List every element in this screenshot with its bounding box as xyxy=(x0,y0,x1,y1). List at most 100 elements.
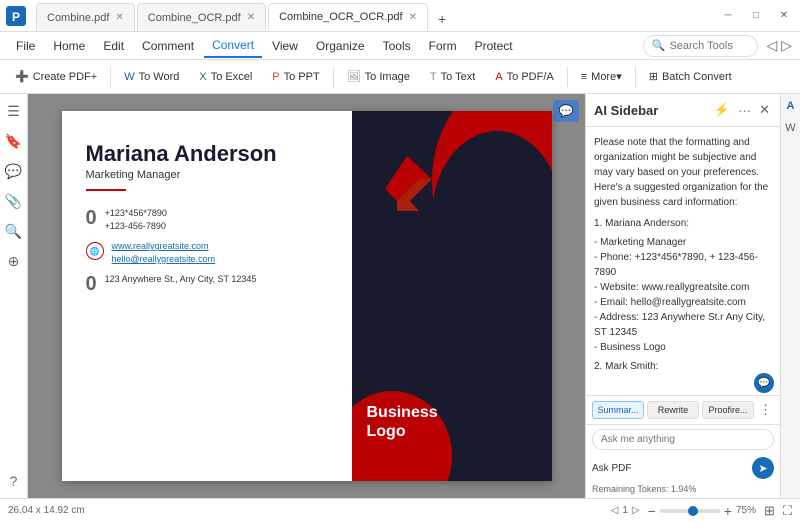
website-link[interactable]: www.reallygreatsite.com xyxy=(112,241,209,251)
pdf-page: Mariana Anderson Marketing Manager 0 +12… xyxy=(62,111,552,481)
sidebar-search-icon[interactable]: 🔍 xyxy=(3,220,25,242)
flutter-logo xyxy=(377,151,437,224)
ai-right-panel: A W xyxy=(780,94,800,498)
search-icon: 🔍 xyxy=(652,39,666,52)
fit-page-icon[interactable]: ⊞ xyxy=(764,503,775,519)
ai-ask-input[interactable] xyxy=(592,429,774,450)
sidebar-comments-icon[interactable]: 💬 xyxy=(3,160,25,182)
zoom-controls: − + 75% xyxy=(648,503,756,519)
tab-label: Combine.pdf xyxy=(47,12,109,24)
menu-tools[interactable]: Tools xyxy=(375,34,419,58)
business-logo-text: Business Logo xyxy=(367,403,547,441)
ai-ellipsis-icon[interactable]: ··· xyxy=(736,101,753,120)
batch-convert-button[interactable]: ⊞ Batch Convert xyxy=(640,64,741,90)
create-pdf-button[interactable]: ➕ Create PDF+ xyxy=(6,64,106,90)
rewrite-button[interactable]: Rewrite xyxy=(647,401,699,419)
menu-convert[interactable]: Convert xyxy=(204,34,262,58)
menu-organize[interactable]: Organize xyxy=(308,34,373,58)
to-pdfa-button[interactable]: A To PDF/A xyxy=(486,64,562,90)
tab-label: Combine_OCR.pdf xyxy=(148,12,241,24)
tab-combine-ocr-ocr-pdf[interactable]: Combine_OCR_OCR.pdf ✕ xyxy=(268,3,428,31)
zoom-slider[interactable] xyxy=(660,509,720,513)
sidebar-layers-icon[interactable]: ⊕ xyxy=(3,250,25,272)
divider3 xyxy=(567,67,568,87)
chat-bubble-icon[interactable]: 💬 xyxy=(553,100,579,122)
menu-home[interactable]: Home xyxy=(45,34,93,58)
ai-blue-dot[interactable]: 💬 xyxy=(754,373,774,393)
to-text-button[interactable]: T To Text xyxy=(421,64,484,90)
to-word-button[interactable]: W To Word xyxy=(115,64,188,90)
menu-view[interactable]: View xyxy=(264,34,306,58)
forward-icon[interactable]: ▷ xyxy=(781,37,792,54)
sidebar-thumbnails-icon[interactable]: ☰ xyxy=(3,100,25,122)
ai-header-icons: ⚡ ··· ✕ xyxy=(712,100,772,120)
fullscreen-icon[interactable]: ⛶ xyxy=(783,503,792,519)
menu-form[interactable]: Form xyxy=(421,34,465,58)
menu-file[interactable]: File xyxy=(8,34,43,58)
ai-send-row: Ask PDF ➤ xyxy=(586,454,780,482)
ai-actions: Summar... Rewrite Proofire... ⋮ xyxy=(586,395,780,424)
ai-panel-icon-1[interactable]: A xyxy=(783,98,799,114)
phone-info: +123*456*7890 +123-456-7890 xyxy=(105,207,167,232)
ai-filter-icon[interactable]: ⚡ xyxy=(712,100,732,120)
tab-combine-pdf[interactable]: Combine.pdf ✕ xyxy=(36,3,135,31)
summarize-button[interactable]: Summar... xyxy=(592,401,644,419)
actions-more-icon[interactable]: ⋮ xyxy=(757,400,774,420)
proofread-button[interactable]: Proofire... xyxy=(702,401,754,419)
new-tab-button[interactable]: + xyxy=(430,7,454,31)
ask-pdf-label: Ask PDF xyxy=(592,463,631,474)
page-navigation: ◁ 1 ▷ xyxy=(611,505,640,516)
menu-comment[interactable]: Comment xyxy=(134,34,202,58)
app-logo: P xyxy=(4,4,28,28)
create-icon: ➕ xyxy=(15,70,29,83)
tab-close-icon[interactable]: ✕ xyxy=(409,12,417,23)
window-controls: ─ □ ✕ xyxy=(716,6,796,26)
sidebar-help-icon[interactable]: ? xyxy=(3,470,25,492)
menu-protect[interactable]: Protect xyxy=(467,34,521,58)
tab-close-icon[interactable]: ✕ xyxy=(247,12,255,23)
ai-content: Please note that the formatting and orga… xyxy=(586,127,780,371)
main-area: ☰ 🔖 💬 📎 🔍 ⊕ ? 💬 Mariana Anderson Marketi… xyxy=(0,94,800,498)
to-ppt-button[interactable]: P To PPT xyxy=(263,64,328,90)
ai-input-area xyxy=(586,424,780,454)
divider4 xyxy=(635,67,636,87)
pdf-viewer[interactable]: 💬 Mariana Anderson Marketing Manager 0 +… xyxy=(28,94,585,498)
next-page-icon[interactable]: ▷ xyxy=(632,505,640,516)
send-button[interactable]: ➤ xyxy=(752,457,774,479)
ai-close-icon[interactable]: ✕ xyxy=(757,100,772,120)
to-image-button[interactable]: 🖼 To Image xyxy=(338,64,419,90)
card-right: Business Logo xyxy=(352,111,552,481)
image-icon: 🖼 xyxy=(347,70,361,83)
close-button[interactable]: ✕ xyxy=(772,6,796,26)
phone-zero: 0 xyxy=(86,207,97,230)
restore-button[interactable]: □ xyxy=(744,6,768,26)
svg-text:P: P xyxy=(12,10,20,24)
zoom-out-icon[interactable]: − xyxy=(648,503,656,519)
to-excel-button[interactable]: X To Excel xyxy=(190,64,261,90)
more-button[interactable]: ≡ More▾ xyxy=(572,64,631,90)
search-input[interactable] xyxy=(669,40,749,52)
zoom-in-icon[interactable]: + xyxy=(724,503,732,519)
address-row: 0 123 Anywhere St., Any City, ST 12345 xyxy=(86,273,328,296)
back-icon[interactable]: ◁ xyxy=(766,37,777,54)
card-name: Mariana Anderson xyxy=(86,141,328,167)
tabs-area: Combine.pdf ✕ Combine_OCR.pdf ✕ Combine_… xyxy=(36,0,716,31)
minimize-button[interactable]: ─ xyxy=(716,6,740,26)
status-bar: 26.04 x 14.92 cm ◁ 1 ▷ − + 75% ⊞ ⛶ xyxy=(0,498,800,522)
tab-close-icon[interactable]: ✕ xyxy=(115,12,123,23)
ai-sidebar-title: AI Sidebar xyxy=(594,103,708,118)
ai-panel-icon-2[interactable]: W xyxy=(783,120,799,136)
sidebar-bookmarks-icon[interactable]: 🔖 xyxy=(3,130,25,152)
web-row: 🌐 www.reallygreatsite.com hello@reallygr… xyxy=(86,240,328,265)
email-link[interactable]: hello@reallygreatsite.com xyxy=(112,254,216,264)
divider xyxy=(110,67,111,87)
tab-combine-ocr-pdf[interactable]: Combine_OCR.pdf ✕ xyxy=(137,3,266,31)
zoom-thumb xyxy=(688,506,698,516)
menu-edit[interactable]: Edit xyxy=(95,34,132,58)
left-sidebar: ☰ 🔖 💬 📎 🔍 ⊕ ? xyxy=(0,94,28,498)
text-icon: T xyxy=(430,71,437,83)
title-bar: P Combine.pdf ✕ Combine_OCR.pdf ✕ Combin… xyxy=(0,0,800,32)
sidebar-attachments-icon[interactable]: 📎 xyxy=(3,190,25,212)
more-icon: ≡ xyxy=(581,71,587,83)
prev-page-icon[interactable]: ◁ xyxy=(611,505,619,516)
